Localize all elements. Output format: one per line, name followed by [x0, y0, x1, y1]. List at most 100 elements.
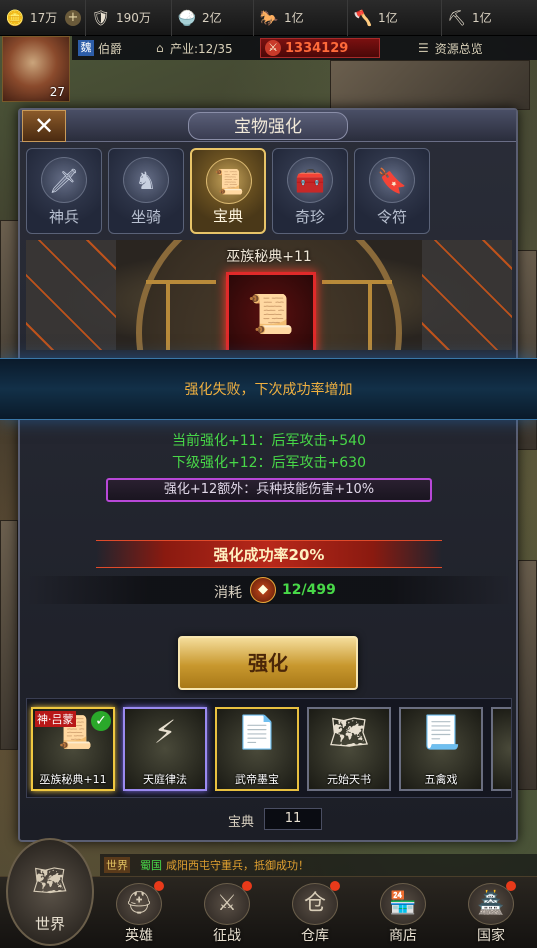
gold-ornament	[322, 280, 392, 284]
faction-badge: 魏	[78, 40, 94, 56]
nav-label: 仓库	[301, 928, 329, 944]
resource-overview-button[interactable]: ☰ 资源总览	[412, 38, 532, 58]
cost-row: 消耗 ◆ 12/499	[26, 576, 512, 604]
combat-power[interactable]: ⚔ 1334129	[260, 38, 380, 58]
resource-horse-value: 1亿	[284, 11, 304, 25]
tab-rare-treasure[interactable]: 🧰 奇珍	[272, 148, 348, 234]
world-map-icon: 🗺	[32, 864, 68, 897]
panel-title: 宝物强化	[188, 112, 348, 140]
enhance-button[interactable]: 强化	[178, 636, 358, 690]
industry-count: 产业:12/35	[170, 42, 233, 56]
tab-divine-weapon[interactable]: 🗡 神兵	[26, 148, 102, 234]
tab-label: 奇珍	[294, 208, 325, 226]
success-rate-bar: 强化成功率20%	[96, 540, 442, 568]
next-enhance-stat: 下级强化+12：后军攻击+630	[172, 455, 366, 471]
shop-icon: 🏪	[380, 883, 426, 925]
panel-title-bar: ✕ 宝物强化	[20, 110, 516, 142]
treasure-item[interactable]: 📄 武帝墨宝	[215, 707, 299, 791]
treasure-item-partial[interactable]	[491, 707, 511, 791]
gold-scroll-icon: 📃	[421, 713, 461, 751]
gold-ornament	[368, 280, 372, 350]
food-icon: 🍚	[177, 8, 197, 27]
resource-food-value: 2亿	[202, 11, 222, 25]
nav-label: 英雄	[125, 928, 153, 944]
resource-wood-value: 1亿	[378, 11, 398, 25]
gold-ornament	[166, 280, 170, 350]
building-roof	[518, 560, 537, 790]
cost-label: 消耗	[214, 585, 242, 601]
enhance-fail-message: 强化失败，下次成功率增加	[184, 382, 353, 398]
lightning-scroll-icon: ⚡	[153, 713, 177, 751]
chest-icon: 🧰	[287, 157, 333, 203]
player-level: 27	[49, 85, 65, 99]
list-icon: ☰	[418, 41, 429, 55]
ore-icon: ⛏	[447, 8, 467, 27]
resource-food[interactable]: 🍚 2亿	[172, 0, 254, 36]
avatar[interactable]: 27	[2, 36, 70, 102]
tab-label: 坐骑	[130, 208, 161, 226]
current-enhance-stat: 当前强化+11：后军攻击+540	[172, 433, 366, 449]
tab-token[interactable]: 🔖 令符	[354, 148, 430, 234]
enhance-fail-banner: 强化失败，下次成功率增加	[0, 358, 537, 420]
building-roof	[0, 520, 18, 750]
player-bar: 27 魏 伯爵 ⌂ 产业:12/35 ⚔ 1334129 ☰ 资源总览	[0, 36, 537, 102]
item-label: 武帝墨宝	[235, 773, 279, 786]
chat-message: 咸阳西屯守重兵，抵御成功！	[166, 859, 309, 872]
close-button[interactable]: ✕	[22, 110, 66, 142]
axe-icon: 🪓	[353, 8, 373, 27]
book-icon: 📜	[206, 158, 252, 204]
building-roof	[515, 250, 537, 450]
treasure-item[interactable]: 📜 神·吕蒙 ✓ 巫族秘典+11	[31, 707, 115, 791]
nav-world[interactable]: 🗺 世界	[6, 838, 94, 946]
tab-mount[interactable]: ♞ 坐骑	[108, 148, 184, 234]
treasure-item[interactable]: ⚡ 天庭律法	[123, 707, 207, 791]
enhance-stats: 当前强化+11：后军攻击+540 下级强化+12：后军攻击+630 强化+12额…	[26, 428, 512, 628]
cost-value: 12/499	[282, 582, 336, 598]
nav-label: 商店	[389, 928, 417, 944]
nav-shop[interactable]: 🏪 商店	[360, 877, 446, 948]
resource-gold[interactable]: 🪙 17万 +	[0, 0, 86, 36]
treatise-count-row: 宝典 11	[20, 808, 516, 832]
resource-overview-label: 资源总览	[434, 41, 483, 56]
treasure-type-tabs: 🗡 神兵 ♞ 坐骑 📜 宝典 🧰 奇珍 🔖 令符	[26, 148, 512, 234]
horse-icon: 🐎	[259, 8, 279, 27]
chat-channel-tag: 世界	[104, 857, 130, 873]
nav-hero[interactable]: ⛑ 英雄	[96, 877, 182, 948]
notification-dot	[330, 881, 340, 891]
resource-horse[interactable]: 🐎 1亿	[254, 0, 348, 36]
gold-ornament	[146, 280, 216, 284]
resource-wood[interactable]: 🪓 1亿	[348, 0, 442, 36]
coin-stack-icon: 🪙	[5, 8, 25, 27]
resource-gold-value: 17万	[30, 11, 58, 25]
treasure-item[interactable]: 🗺 元始天书	[307, 707, 391, 791]
resource-ore-value: 1亿	[472, 11, 492, 25]
nav-nation[interactable]: 🏯 国家	[448, 877, 534, 948]
nav-campaign[interactable]: ⚔ 征战	[184, 877, 270, 948]
resource-troops[interactable]: 🛡 190万	[86, 0, 172, 36]
nav-label: 征战	[213, 928, 241, 944]
item-label: 天庭律法	[143, 773, 187, 786]
equipped-hero-tag: 神·吕蒙	[35, 711, 76, 727]
notification-dot	[242, 881, 252, 891]
world-chat-strip[interactable]: 世界 蜀国 咸阳西屯守重兵，抵御成功！	[100, 854, 537, 876]
resource-bar: 🪙 17万 + 🛡 190万 🍚 2亿 🐎 1亿 🪓 1亿 ⛏ 1亿	[0, 0, 537, 36]
map-scroll-icon: 🗺	[328, 713, 370, 751]
notification-dot	[506, 881, 516, 891]
combat-power-value: 1334129	[285, 41, 349, 56]
notification-dot	[154, 881, 164, 891]
plus-icon[interactable]: +	[65, 9, 81, 26]
treasure-item[interactable]: 📃 五禽戏	[399, 707, 483, 791]
nav-warehouse[interactable]: 仓 仓库	[272, 877, 358, 948]
treasure-name: 巫族秘典+11	[226, 249, 312, 265]
tab-label: 令符	[376, 208, 407, 226]
bonus-stat-box: 强化+12额外：兵种技能伤害+10%	[106, 478, 432, 502]
tab-label: 神兵	[48, 208, 79, 226]
chat-faction: 蜀国	[140, 859, 162, 872]
tab-treatise[interactable]: 📜 宝典	[190, 148, 266, 234]
crossed-swords-icon: ⚔	[265, 40, 281, 56]
treasure-scroll-icon[interactable]: 📜	[226, 272, 316, 350]
treasure-enhance-panel: ✕ 宝物强化 🗡 神兵 ♞ 坐骑 📜 宝典 🧰 奇珍 🔖 令符 巫族秘典+11 …	[18, 108, 518, 842]
shield-icon: 🛡	[91, 8, 111, 27]
treasure-display: 巫族秘典+11 📜	[26, 240, 512, 350]
resource-ore[interactable]: ⛏ 1亿	[442, 0, 537, 36]
